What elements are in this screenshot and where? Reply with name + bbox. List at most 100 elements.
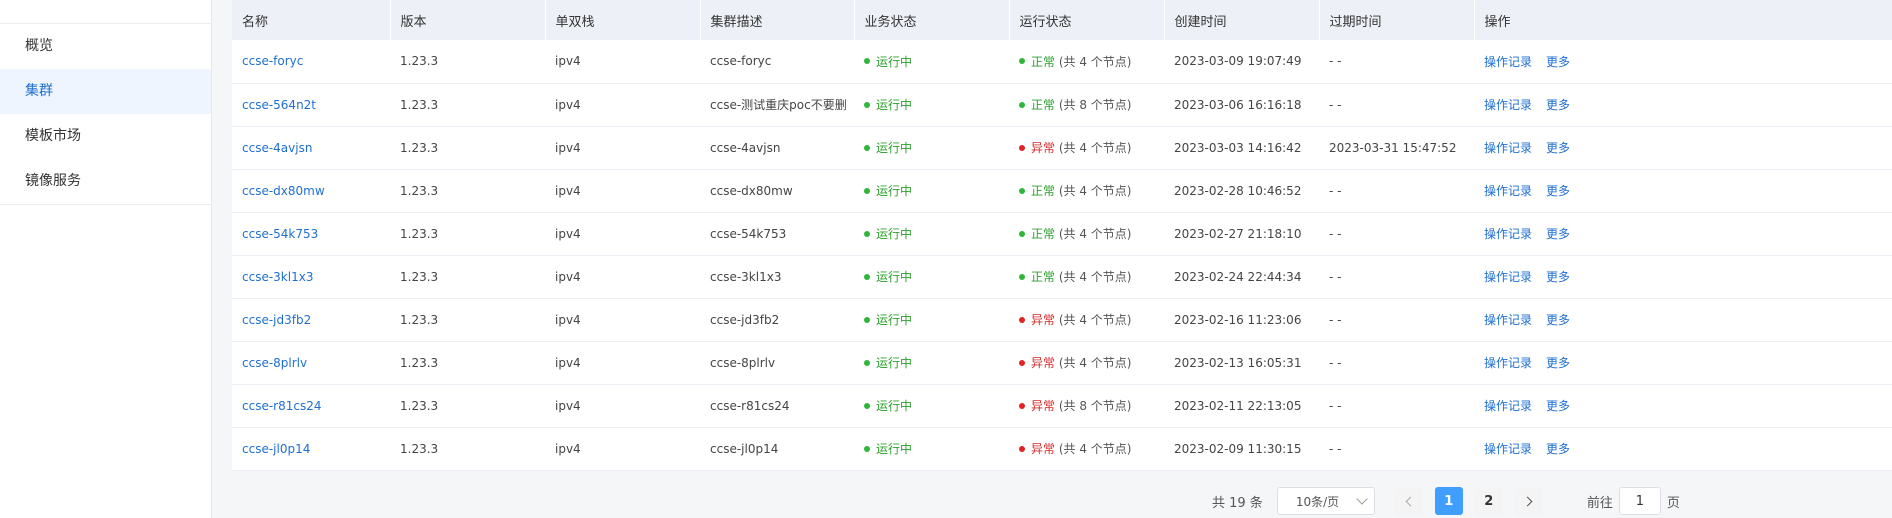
cluster-name-link[interactable]: ccse-564n2t	[232, 83, 390, 127]
chevron-down-icon	[1356, 493, 1368, 505]
more-actions-link[interactable]: 更多	[1546, 184, 1570, 198]
created-time: 2023-02-09 11:30:15	[1164, 427, 1319, 471]
business-status-text: 运行中	[876, 98, 913, 112]
running-status: 正常 (共 4 个节点)	[1009, 212, 1164, 256]
cluster-name-link[interactable]: ccse-foryc	[232, 40, 390, 84]
row-actions: 操作记录 更多	[1474, 255, 1892, 299]
running-status-text: 正常	[1031, 54, 1056, 69]
node-count: (共 4 个节点)	[1058, 313, 1132, 327]
more-actions-link[interactable]: 更多	[1546, 227, 1570, 241]
cluster-name-link[interactable]: ccse-r81cs24	[232, 384, 390, 428]
business-status: 运行中	[854, 384, 1009, 428]
cluster-name-link[interactable]: ccse-4avjsn	[232, 126, 390, 170]
running-status: 异常 (共 4 个节点)	[1009, 427, 1164, 471]
row-actions: 操作记录 更多	[1474, 298, 1892, 342]
cluster-name-link[interactable]: ccse-3kl1x3	[232, 255, 390, 299]
node-count: (共 4 个节点)	[1058, 270, 1132, 284]
node-count: (共 8 个节点)	[1058, 98, 1132, 112]
operation-log-link[interactable]: 操作记录	[1484, 270, 1532, 284]
expire-time: 2023-03-31 15:47:52	[1319, 126, 1474, 170]
next-page-button[interactable]	[1514, 487, 1543, 515]
cluster-name-link[interactable]: ccse-jd3fb2	[232, 298, 390, 342]
operation-log-link[interactable]: 操作记录	[1484, 55, 1532, 69]
column-header: 创建时间	[1164, 0, 1320, 40]
sidebar: 概览 集群 模板市场 镜像服务	[0, 0, 212, 518]
status-dot-icon	[864, 58, 870, 65]
cluster-description: ccse-foryc	[700, 40, 854, 84]
running-status-text: 异常	[1031, 141, 1056, 155]
page-size-select[interactable]: 10条/页	[1276, 487, 1375, 515]
cluster-stack: ipv4	[545, 169, 700, 213]
status-dot-icon	[864, 230, 870, 237]
more-actions-link[interactable]: 更多	[1546, 313, 1570, 327]
running-status-text: 正常	[1031, 98, 1056, 112]
more-actions-link[interactable]: 更多	[1546, 98, 1570, 112]
status-dot-icon	[1019, 359, 1025, 366]
more-actions-link[interactable]: 更多	[1546, 356, 1570, 370]
table-row: ccse-foryc 1.23.3 ipv4 ccse-foryc 运行中 正常 (共 4…	[232, 40, 1892, 84]
business-status: 运行中	[854, 169, 1009, 213]
created-time: 2023-02-28 10:46:52	[1164, 169, 1319, 213]
sidebar-item-2[interactable]: 模板市场	[0, 114, 211, 159]
sidebar-top-divider	[0, 0, 211, 24]
running-status: 异常 (共 4 个节点)	[1009, 341, 1164, 385]
status-dot-icon	[864, 187, 870, 194]
node-count: (共 8 个节点)	[1058, 399, 1132, 413]
operation-log-link[interactable]: 操作记录	[1484, 141, 1532, 155]
business-status: 运行中	[854, 427, 1009, 471]
page-number-list: 12	[1434, 487, 1515, 515]
more-actions-link[interactable]: 更多	[1546, 442, 1570, 456]
prev-page-button[interactable]	[1394, 487, 1423, 515]
sidebar-item-3[interactable]: 镜像服务	[0, 159, 211, 204]
status-dot-icon	[1019, 273, 1025, 280]
business-status-text: 运行中	[876, 356, 913, 370]
business-status: 运行中	[854, 212, 1009, 256]
more-actions-link[interactable]: 更多	[1546, 270, 1570, 284]
node-count: (共 4 个节点)	[1058, 442, 1132, 456]
business-status: 运行中	[854, 341, 1009, 385]
sidebar-item-0[interactable]: 概览	[0, 24, 211, 69]
operation-log-link[interactable]: 操作记录	[1484, 227, 1532, 241]
goto-page-input[interactable]	[1618, 487, 1661, 515]
pagination: 共 19 条 10条/页 12 前往 页	[1212, 487, 1680, 515]
cluster-version: 1.23.3	[390, 298, 545, 342]
cluster-version: 1.23.3	[390, 384, 545, 428]
expire-time: - -	[1319, 40, 1474, 84]
goto-prefix: 前往	[1586, 495, 1613, 511]
operation-log-link[interactable]: 操作记录	[1484, 442, 1532, 456]
business-status: 运行中	[854, 255, 1009, 299]
more-actions-link[interactable]: 更多	[1546, 141, 1570, 155]
cluster-stack: ipv4	[545, 255, 700, 299]
business-status-text: 运行中	[876, 313, 913, 327]
operation-log-link[interactable]: 操作记录	[1484, 313, 1532, 327]
created-time: 2023-02-13 16:05:31	[1164, 341, 1319, 385]
operation-log-link[interactable]: 操作记录	[1484, 356, 1532, 370]
cluster-stack: ipv4	[545, 83, 700, 127]
cluster-name-link[interactable]: ccse-8plrlv	[232, 341, 390, 385]
operation-log-link[interactable]: 操作记录	[1484, 399, 1532, 413]
cluster-version: 1.23.3	[390, 255, 545, 299]
cluster-table: 名称 版本 单双栈 集群描述 业务状态 运行状态 创建时间 过期时间 操作 ccse-foryc…	[232, 0, 1892, 471]
cluster-name-link[interactable]: ccse-54k753	[232, 212, 390, 256]
chevron-left-icon	[1405, 496, 1416, 506]
more-actions-link[interactable]: 更多	[1546, 55, 1570, 69]
sidebar-nav: 概览 集群 模板市场 镜像服务	[0, 24, 211, 204]
operation-log-link[interactable]: 操作记录	[1484, 184, 1532, 198]
cluster-name-link[interactable]: ccse-jl0p14	[232, 427, 390, 471]
running-status-text: 异常	[1031, 356, 1056, 370]
sidebar-item-1[interactable]: 集群	[0, 69, 211, 114]
page-1-button[interactable]: 1	[1434, 487, 1463, 515]
business-status-text: 运行中	[876, 54, 913, 69]
status-dot-icon	[1019, 58, 1025, 65]
more-actions-link[interactable]: 更多	[1546, 399, 1570, 413]
running-status: 正常 (共 4 个节点)	[1009, 255, 1164, 299]
operation-log-link[interactable]: 操作记录	[1484, 98, 1532, 112]
page-2-button[interactable]: 2	[1474, 487, 1503, 515]
expire-time: - -	[1319, 255, 1474, 299]
row-actions: 操作记录 更多	[1474, 40, 1892, 84]
created-time: 2023-03-03 14:16:42	[1164, 126, 1319, 170]
node-count: (共 4 个节点)	[1058, 227, 1132, 241]
status-dot-icon	[864, 316, 870, 323]
cluster-name-link[interactable]: ccse-dx80mw	[232, 169, 390, 213]
status-dot-icon	[864, 402, 870, 409]
